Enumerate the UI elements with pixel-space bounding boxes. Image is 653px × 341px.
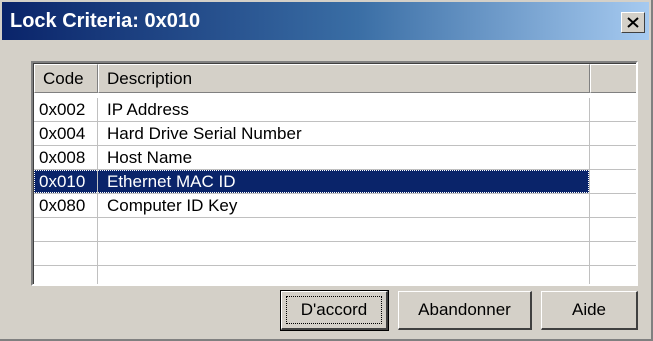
column-separator bbox=[97, 98, 98, 122]
title-bar[interactable]: Lock Criteria: 0x010 bbox=[2, 2, 649, 40]
cell-description: IP Address bbox=[107, 100, 189, 119]
cell-code: 0x010 bbox=[39, 172, 86, 191]
column-separator bbox=[97, 122, 98, 146]
help-button[interactable]: Aide bbox=[541, 291, 638, 330]
cell-code: 0x004 bbox=[39, 124, 86, 143]
column-separator bbox=[589, 266, 590, 284]
column-header-filler bbox=[590, 64, 636, 93]
list-item[interactable]: 0x002 IP Address bbox=[34, 98, 636, 122]
lock-criteria-list[interactable]: Code Description 0x002 IP Address 0x004 Har… bbox=[31, 61, 638, 286]
column-separator bbox=[97, 170, 98, 194]
list-item[interactable]: 0x004 Hard Drive Serial Number bbox=[34, 122, 636, 146]
column-separator bbox=[97, 266, 98, 284]
column-separator bbox=[97, 194, 98, 218]
cell-code: 0x080 bbox=[39, 196, 86, 215]
list-item[interactable]: 0x080 Computer ID Key bbox=[34, 194, 636, 218]
column-separator bbox=[589, 194, 590, 218]
list-body: Code Description 0x002 IP Address 0x004 Har… bbox=[33, 63, 636, 284]
lock-criteria-dialog: Lock Criteria: 0x010 Code Description 0x… bbox=[0, 0, 653, 341]
cell-description: Ethernet MAC ID bbox=[107, 172, 236, 191]
column-header-code[interactable]: Code bbox=[34, 64, 98, 93]
list-rows: 0x002 IP Address 0x004 Hard Drive Serial Nu… bbox=[34, 98, 636, 284]
column-separator bbox=[589, 98, 590, 122]
focus-rectangle bbox=[286, 296, 382, 324]
close-button[interactable] bbox=[621, 12, 645, 33]
column-separator bbox=[589, 122, 590, 146]
column-separator bbox=[589, 242, 590, 266]
column-separator bbox=[589, 218, 590, 242]
column-header-description[interactable]: Description bbox=[98, 64, 590, 93]
cell-description: Computer ID Key bbox=[107, 196, 238, 215]
list-item-selected[interactable]: 0x010 Ethernet MAC ID bbox=[34, 170, 636, 194]
close-icon bbox=[627, 17, 639, 28]
cancel-button[interactable]: Abandonner bbox=[398, 291, 532, 330]
cell-description: Hard Drive Serial Number bbox=[107, 124, 302, 143]
list-header: Code Description bbox=[34, 64, 636, 94]
column-separator bbox=[589, 170, 590, 194]
column-separator bbox=[97, 218, 98, 242]
cancel-button-label: Abandonner bbox=[418, 300, 511, 319]
column-separator bbox=[97, 146, 98, 170]
cell-code: 0x008 bbox=[39, 148, 86, 167]
list-item bbox=[34, 266, 636, 284]
list-item[interactable]: 0x008 Host Name bbox=[34, 146, 636, 170]
cell-description: Host Name bbox=[107, 148, 193, 167]
column-separator bbox=[97, 242, 98, 266]
help-button-label: Aide bbox=[571, 300, 607, 319]
ok-button[interactable]: D'accord bbox=[280, 290, 389, 331]
cell-code: 0x002 bbox=[39, 100, 86, 119]
list-item bbox=[34, 242, 636, 266]
column-separator bbox=[589, 146, 590, 170]
list-item bbox=[34, 218, 636, 242]
dialog-title: Lock Criteria: 0x010 bbox=[10, 10, 201, 32]
